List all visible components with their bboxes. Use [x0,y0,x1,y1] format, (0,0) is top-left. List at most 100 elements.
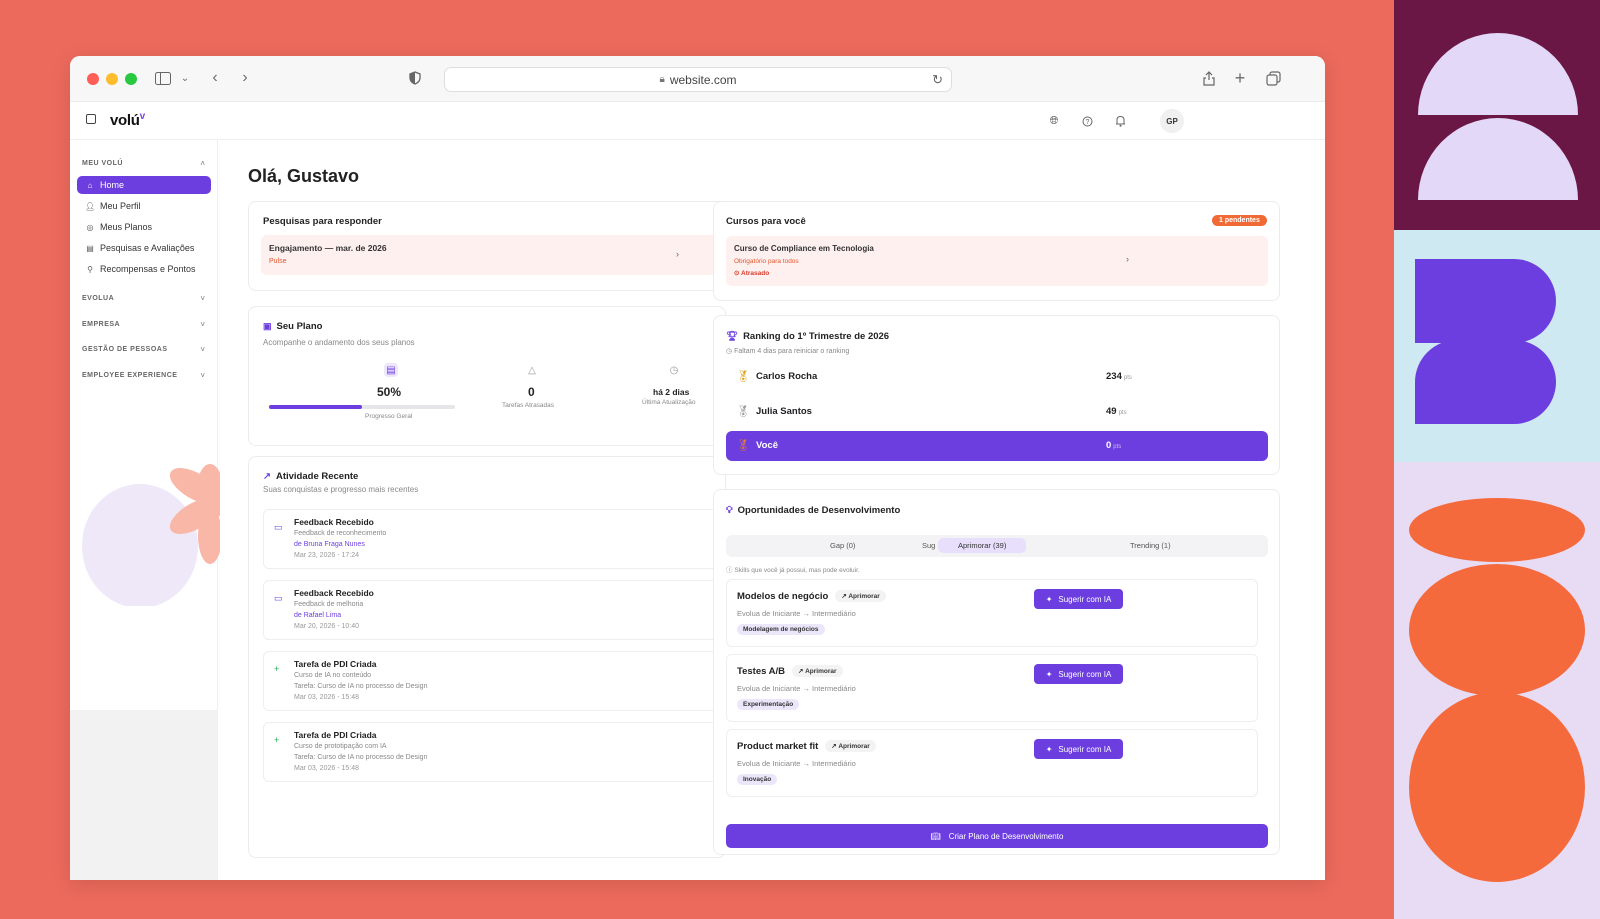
opportunity-level: Evolua de Iniciante → Intermediário [737,759,856,768]
ranking-points: 0 pts [1106,440,1122,451]
menu-icon[interactable] [86,114,96,124]
avatar[interactable]: GP [1160,109,1184,133]
activity-item-author[interactable]: de Rafael Lima [294,612,341,619]
last-update-value: há 2 dias [653,387,690,397]
create-development-plan-button[interactable]: 📖︎ Criar Plano de Desenvolvimento [726,824,1268,848]
deco-shapes-top [1418,33,1578,200]
suggest-ai-button[interactable]: ✦ Sugerir com IA [1034,589,1123,609]
opportunity-item: Testes A/B ↗ Aprimorar Evolua de Iniciant… [726,654,1258,722]
chevron-down-icon[interactable]: ˅ [200,345,205,354]
tab-sugestoes[interactable]: Sug [922,541,935,550]
tabs-overview-icon[interactable] [1262,67,1284,89]
last-update-label: Última Atualização [642,399,696,406]
url-text: website.com [669,72,737,87]
opportunity-item: Product market fit ↗ Aprimorar Evolua de … [726,729,1258,797]
survey-item-type: Pulse [269,258,287,265]
plan-card: ▣ Seu Plano Acompanhe o andamento dos se… [248,306,726,446]
sidebar-item-home[interactable]: ⌂ Home [77,176,211,194]
sidebar-section-employee-experience[interactable]: EMPLOYEE EXPERIENCE [82,372,177,379]
logo[interactable]: volúv [110,111,145,129]
clock-icon: ◷ [726,348,733,355]
bronze-medal-icon: 🏅︎ [736,440,750,452]
survey-item[interactable]: Engajamento — mar. de 2026 Pulse › [261,235,725,275]
chevron-down-icon[interactable]: ⌄ [174,67,196,89]
sidebar-section-meu-volu[interactable]: MEU VOLÚ [82,160,123,167]
sidebar-item-meu-perfil[interactable]: 👤︎ Meu Perfil [77,197,211,215]
late-tasks-value: 0 [528,385,535,399]
activity-item-desc: Curso de prototipação com IA [294,743,387,750]
chevron-down-icon[interactable]: ˅ [200,371,205,380]
activity-item-title: Feedback Recebido [294,588,374,598]
sidebar-item-pesquisas[interactable]: ▤ Pesquisas e Avaliações [77,239,211,257]
deco-block-blue [1394,230,1600,462]
zoom-window-button[interactable] [125,73,137,85]
help-icon[interactable]: ? [1079,113,1095,129]
address-bar[interactable]: 🔒︎ website.com ↻ [444,67,952,92]
activity-item-author[interactable]: de Bruna Fraga Nunes [294,541,365,548]
sidebar-section-evolua[interactable]: EVOLUA [82,295,114,302]
surveys-title: Pesquisas para responder [263,216,382,227]
new-tab-icon[interactable]: + [1229,67,1251,89]
skill-tag: Experimentação [737,699,800,710]
sidebar-item-label: Pesquisas e Avaliações [100,243,195,253]
calendar-icon: ▣ [263,321,272,331]
minimize-window-button[interactable] [106,73,118,85]
activity-item-date: Mar 03, 2026 - 15:48 [294,765,359,772]
sidebar-item-meus-planos[interactable]: ◎ Meus Planos [77,218,211,236]
award-icon: ⚲ [87,264,93,274]
back-icon[interactable]: ‹ [204,67,226,89]
courses-title: Cursos para você [726,216,806,227]
user-icon: 👤︎ [85,201,96,211]
sidebar-item-label: Home [100,180,125,190]
activity-item[interactable]: ▭ Feedback Recebido Feedback de reconhec… [263,509,723,569]
deco-block-lilac [1394,462,1600,919]
ranking-subtitle: ◷ Faltam 4 dias para reiniciar o ranking [726,348,850,355]
shield-icon[interactable] [404,67,426,89]
progress-bar-fill [269,405,362,409]
chevron-down-icon[interactable]: ˅ [200,320,205,329]
chevron-up-icon[interactable]: ˄ [200,159,205,168]
silver-medal-icon: 🏅︎ [736,406,750,418]
clipboard-icon: ▤ [86,243,94,253]
suggest-ai-button[interactable]: ✦ Sugerir com IA [1034,739,1123,759]
activity-item[interactable]: + Tarefa de PDI Criada Curso de IA no co… [263,651,723,711]
sidebar-item-label: Meus Planos [100,222,153,232]
globe-icon[interactable]: 🌐︎ [1046,113,1062,129]
opportunity-item: Modelos de negócio ↗ Aprimorar Evolua de … [726,579,1258,647]
sidebar-section-gestao-pessoas[interactable]: GESTÃO DE PESSOAS [82,346,168,353]
activity-item-title: Feedback Recebido [294,517,374,527]
ranking-points: 234 pts [1106,371,1132,382]
bell-icon[interactable] [1112,113,1128,129]
sidebar-toggle-icon[interactable] [152,67,174,89]
chevron-right-icon: › [676,249,679,259]
decorative-illustration [82,464,220,606]
sidebar-item-recompensas[interactable]: ⚲ Recompensas e Pontos [77,260,211,278]
sparkle-icon: ✦ [1045,669,1053,679]
close-window-button[interactable] [87,73,99,85]
opportunity-level: Evolua de Iniciante → Intermediário [737,684,856,693]
activity-item-title: Tarefa de PDI Criada [294,659,377,669]
share-icon[interactable] [1198,67,1220,89]
activity-item-title: Tarefa de PDI Criada [294,730,377,740]
opportunity-title: Modelos de negócio ↗ Aprimorar [737,590,886,602]
ranking-points: 49 pts [1106,406,1127,417]
course-item[interactable]: Curso de Compliance em Tecnologia Obriga… [726,236,1268,286]
reload-icon[interactable]: ↻ [932,72,943,88]
chevron-down-icon[interactable]: ˅ [200,294,205,303]
skill-tag: Inovação [737,774,778,785]
course-item-title: Curso de Compliance em Tecnologia [734,244,874,253]
aprimorar-chip: ↗ Aprimorar [835,590,886,602]
tab-gap[interactable]: Gap (0) [830,541,855,550]
deco-shapes-mid [1415,259,1556,424]
clock-icon: ⊙ [734,270,740,277]
warning-icon: △ [528,364,536,376]
activity-item[interactable]: ▭ Feedback Recebido Feedback de melhoria… [263,580,723,640]
activity-item[interactable]: + Tarefa de PDI Criada Curso de prototip… [263,722,723,782]
sidebar-section-empresa[interactable]: EMPRESA [82,321,120,328]
forward-icon[interactable]: › [234,67,256,89]
target-icon: ◎ [86,222,94,232]
suggest-ai-button[interactable]: ✦ Sugerir com IA [1034,664,1123,684]
tab-aprimorar[interactable]: Aprimorar (39) [938,538,1027,553]
tab-trending[interactable]: Trending (1) [1130,541,1171,550]
tab-note: ⓘ Skills que você já possui, mas pode ev… [726,567,860,574]
